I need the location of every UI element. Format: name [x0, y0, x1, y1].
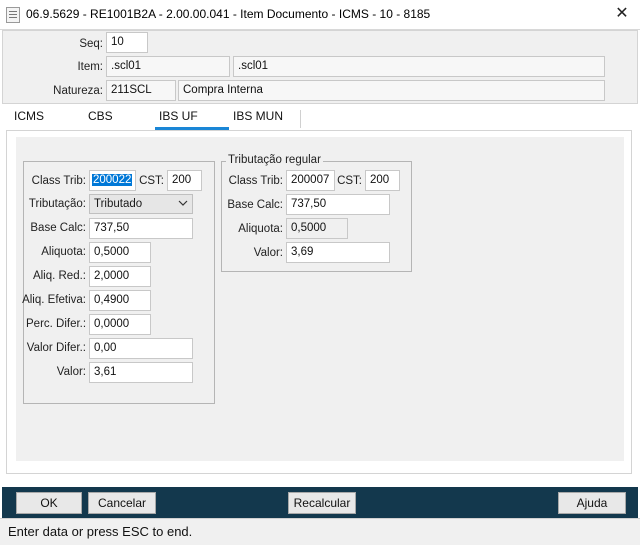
aliq-efetiva-field[interactable]: 0,4900: [89, 290, 151, 311]
regular-valor-label: Valor:: [253, 247, 283, 259]
valor-label: Valor:: [56, 366, 86, 378]
regular-cst-field[interactable]: 200: [365, 170, 400, 191]
help-button[interactable]: Ajuda: [558, 492, 626, 514]
seq-field[interactable]: 10: [106, 32, 148, 53]
tributacao-regular-title: Tributação regular: [226, 154, 323, 166]
aliq-red-field[interactable]: 2,0000: [89, 266, 151, 287]
tab-cbs[interactable]: CBS: [88, 109, 113, 123]
class-trib-selected-text: 200022: [92, 174, 133, 186]
ok-button[interactable]: OK: [16, 492, 82, 514]
chevron-down-icon: [178, 200, 188, 206]
regular-base-calc-field[interactable]: 737,50: [286, 194, 390, 215]
perc-difer-field[interactable]: 0,0000: [89, 314, 151, 335]
base-calc-label: Base Calc:: [30, 222, 86, 234]
tributacao-select[interactable]: Tributado: [89, 194, 193, 214]
aliq-red-label: Aliq. Red.:: [32, 270, 86, 282]
aliquota-field[interactable]: 0,5000: [89, 242, 151, 263]
base-calc-field[interactable]: 737,50: [89, 218, 193, 239]
class-trib-field[interactable]: 200022: [89, 170, 136, 191]
aliquota-label: Aliquota:: [41, 246, 86, 258]
status-text: Enter data or press ESC to end.: [8, 524, 193, 539]
item-code-field[interactable]: .scl01: [106, 56, 230, 77]
cancel-button[interactable]: Cancelar: [88, 492, 156, 514]
window-title: 06.9.5629 - RE1001B2A - 2.00.00.041 - It…: [26, 7, 431, 21]
natureza-code-field[interactable]: 211SCL: [106, 80, 176, 101]
aliq-efetiva-label: Aliq. Efetiva:: [22, 294, 86, 306]
regular-class-trib-label: Class Trib:: [228, 175, 283, 187]
tab-ibs-uf[interactable]: IBS UF: [159, 109, 198, 123]
perc-difer-label: Perc. Difer.:: [26, 318, 87, 330]
regular-cst-label: CST:: [337, 175, 362, 187]
tributacao-label: Tributação:: [28, 198, 86, 210]
regular-valor-field[interactable]: 3,69: [286, 242, 390, 263]
regular-class-trib-field[interactable]: 200007: [286, 170, 335, 191]
item-description-field[interactable]: .scl01: [233, 56, 605, 77]
valor-field[interactable]: 3,61: [89, 362, 193, 383]
regular-aliquota-label: Aliquota:: [238, 223, 283, 235]
natureza-description-field[interactable]: Compra Interna: [178, 80, 605, 101]
item-label: Item:: [77, 61, 103, 73]
valor-difer-label: Valor Difer.:: [26, 342, 86, 354]
recalculate-button[interactable]: Recalcular: [288, 492, 356, 514]
app-document-icon: [6, 7, 20, 23]
cst-label: CST:: [139, 175, 164, 187]
tab-strip: ICMS CBS IBS UF IBS MUN: [2, 106, 638, 130]
tab-icms[interactable]: ICMS: [14, 109, 44, 123]
cst-field[interactable]: 200: [167, 170, 202, 191]
tributacao-selected-value: Tributado: [94, 198, 143, 210]
tab-separator: [300, 110, 301, 128]
close-button[interactable]: ✕: [612, 4, 632, 24]
natureza-label: Natureza:: [53, 85, 103, 97]
regular-base-calc-label: Base Calc:: [227, 199, 283, 211]
seq-label: Seq:: [79, 38, 103, 50]
tab-ibs-mun[interactable]: IBS MUN: [233, 109, 283, 123]
valor-difer-field[interactable]: 0,00: [89, 338, 193, 359]
class-trib-label: Class Trib:: [31, 175, 86, 187]
regular-aliquota-field: 0,5000: [286, 218, 348, 239]
